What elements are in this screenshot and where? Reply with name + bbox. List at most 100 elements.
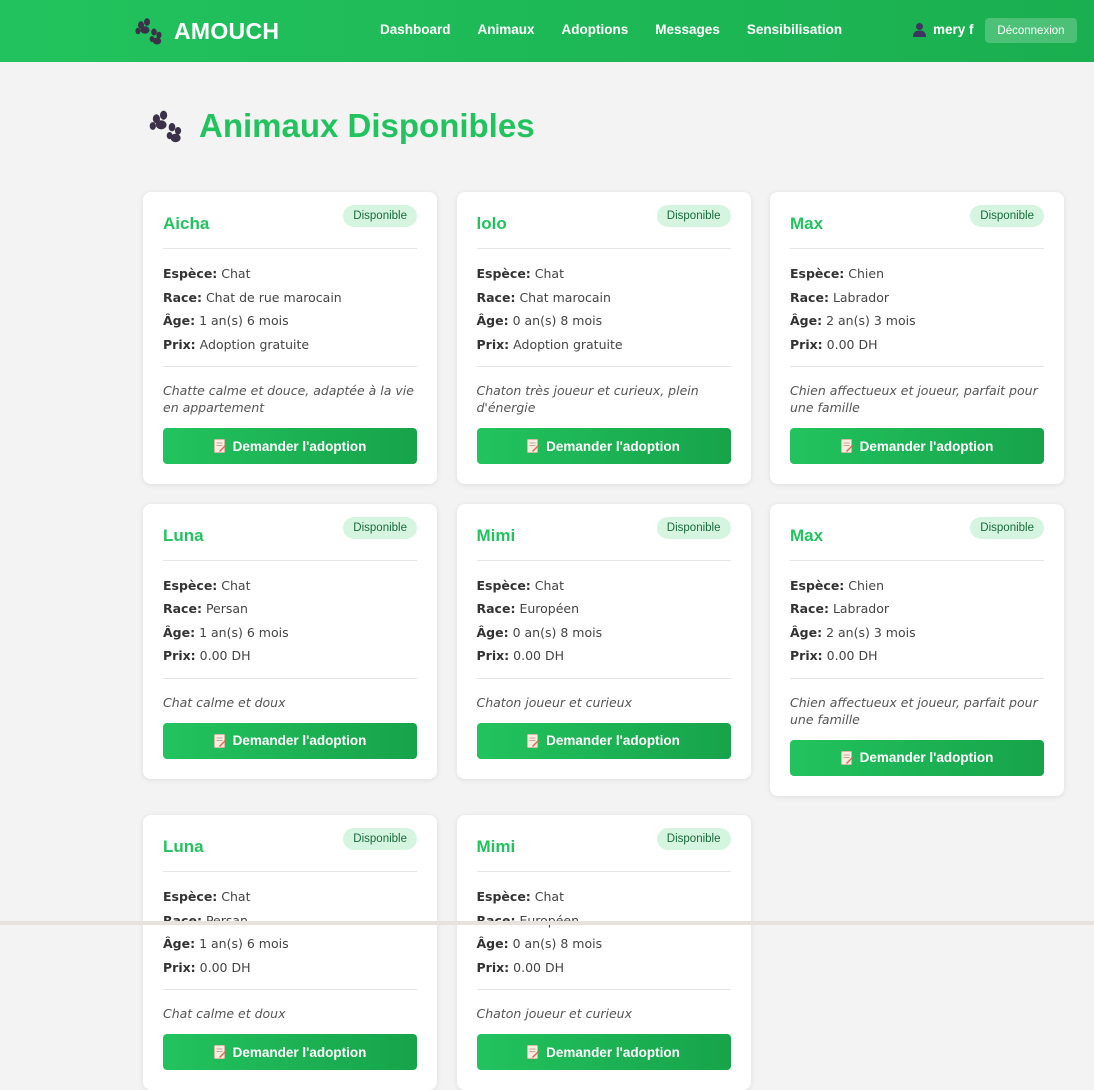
animal-description: Chat calme et doux	[163, 694, 286, 710]
value-prix: Adoption gratuite	[513, 336, 623, 352]
animal-name: Mimi	[476, 837, 516, 856]
animal-name: Luna	[163, 837, 204, 856]
card-header: Mimi Disponible	[476, 504, 731, 561]
card-header: Aicha Disponible	[163, 192, 417, 249]
value-age: 2 an(s) 3 mois	[826, 313, 916, 328]
status-badge: Disponible	[970, 516, 1044, 539]
animal-name: Mimi	[476, 525, 516, 545]
brand-name: AMOUCH	[174, 17, 280, 44]
animal-details: Espèce: Chien Race: Labrador Âge: 2 an(s…	[790, 561, 1044, 679]
adoption-request-label: Demander l'adoption	[546, 1044, 680, 1060]
animal-details: Espèce: Chat Race: Chat de rue marocain …	[163, 249, 417, 367]
animal-card: lolo Disponible Espèce: Chat Race: Chat …	[456, 192, 751, 484]
detail-espece: Espèce: Chien	[790, 262, 1044, 286]
adoption-request-label: Demander l'adoption	[232, 733, 367, 748]
status-badge: Disponible	[970, 205, 1044, 227]
nav-links: Dashboard Animaux Adoptions Messages Sen…	[380, 22, 869, 37]
animal-details: Espèce: Chat Race: Persan Âge: 1 an(s) 6…	[163, 561, 417, 679]
logout-button[interactable]: Déconnexion	[985, 18, 1077, 43]
adoption-request-label: Demander l'adoption	[546, 733, 680, 748]
detail-race: Race: Labrador	[790, 597, 1044, 621]
value-age: 2 an(s) 3 mois	[826, 624, 916, 640]
value-race: Persan	[205, 601, 248, 616]
detail-espece: Espèce: Chat	[163, 574, 417, 598]
value-espece: Chat	[221, 889, 251, 904]
value-espece: Chien	[848, 266, 885, 281]
animal-card: Luna Disponible Espèce: Chat Race: Persa…	[143, 815, 437, 1090]
detail-prix: Prix: 0.00 DH	[163, 644, 417, 668]
animal-description: Chat calme et doux	[163, 1006, 286, 1021]
label-race: Race:	[163, 912, 202, 928]
value-race: Chat de rue marocain	[205, 289, 342, 305]
animal-description: Chien affectueux et joueur, parfait pour…	[790, 694, 1038, 727]
nav-link-dashboard[interactable]: Dashboard	[380, 22, 451, 37]
value-prix: 0.00 DH	[826, 648, 878, 663]
value-race: Labrador	[832, 601, 890, 616]
detail-age: Âge: 0 an(s) 8 mois	[477, 309, 731, 333]
value-age: 0 an(s) 8 mois	[512, 936, 603, 951]
status-badge: Disponible	[343, 828, 417, 850]
value-espece: Chien	[848, 577, 885, 593]
detail-age: Âge: 1 an(s) 6 mois	[163, 621, 417, 645]
animal-name: Max	[790, 525, 824, 545]
label-espece: Espèce:	[163, 266, 218, 281]
nav-link-messages[interactable]: Messages	[655, 22, 720, 37]
adoption-request-button[interactable]: Demander l'adoption	[790, 739, 1044, 776]
detail-age: Âge: 1 an(s) 6 mois	[163, 932, 417, 956]
adoption-request-label: Demander l'adoption	[546, 438, 680, 454]
value-espece: Chat	[534, 577, 564, 593]
label-espece: Espèce:	[476, 889, 531, 904]
memo-icon	[213, 439, 226, 453]
label-race: Race:	[163, 289, 202, 305]
detail-prix: Prix: 0.00 DH	[163, 956, 417, 980]
detail-prix: Prix: 0.00 DH	[790, 333, 1044, 357]
label-age: Âge:	[163, 313, 196, 328]
bottom-edge	[0, 921, 1094, 925]
label-race: Race:	[790, 601, 829, 616]
nav-link-sensibilisation[interactable]: Sensibilisation	[747, 22, 842, 37]
animal-details: Espèce: Chat Race: Persan Âge: 1 an(s) 6…	[163, 872, 417, 990]
detail-espece: Espèce: Chat	[477, 885, 731, 909]
adoption-request-button[interactable]: Demander l'adoption	[476, 722, 731, 759]
animal-card: Luna Disponible Espèce: Chat Race: Persa…	[143, 503, 437, 779]
memo-icon	[527, 1045, 540, 1059]
adoption-request-label: Demander l'adoption	[859, 438, 994, 454]
animal-card: Mimi Disponible Espèce: Chat Race: Europ…	[456, 815, 751, 1090]
detail-prix: Prix: 0.00 DH	[477, 644, 731, 668]
card-header: lolo Disponible	[476, 192, 731, 249]
adoption-request-button[interactable]: Demander l'adoption	[163, 428, 417, 464]
animal-description: Chaton joueur et curieux	[476, 1006, 633, 1021]
detail-espece: Espèce: Chien	[790, 574, 1044, 598]
memo-icon	[840, 439, 853, 453]
adoption-request-button[interactable]: Demander l'adoption	[476, 1034, 731, 1070]
animal-description: Chaton très joueur et curieux, plein d'é…	[476, 383, 699, 415]
value-race: Persan	[205, 912, 248, 928]
animal-details: Espèce: Chat Race: Européen Âge: 0 an(s)…	[476, 872, 731, 990]
adoption-request-button[interactable]: Demander l'adoption	[163, 1034, 417, 1070]
label-prix: Prix:	[790, 336, 823, 352]
detail-espece: Espèce: Chat	[163, 885, 417, 909]
animal-card: Max Disponible Espèce: Chien Race: Labra…	[770, 503, 1064, 796]
nav-link-animaux[interactable]: Animaux	[478, 22, 535, 37]
animal-name: lolo	[476, 214, 507, 233]
adoption-request-button[interactable]: Demander l'adoption	[476, 428, 731, 464]
animal-details: Espèce: Chat Race: Européen Âge: 0 an(s)…	[476, 561, 731, 679]
animal-details: Espèce: Chien Race: Labrador Âge: 2 an(s…	[790, 249, 1044, 367]
label-espece: Espèce:	[476, 577, 531, 593]
label-prix: Prix:	[790, 648, 823, 663]
detail-race: Race: Labrador	[790, 286, 1044, 310]
animal-description: Chatte calme et douce, adaptée à la vie …	[163, 383, 414, 415]
card-header: Luna Disponible	[163, 815, 417, 872]
card-header: Mimi Disponible	[476, 815, 731, 872]
nav-link-adoptions[interactable]: Adoptions	[562, 22, 629, 37]
label-age: Âge:	[790, 313, 823, 328]
detail-prix: Prix: Adoption gratuite	[477, 333, 731, 357]
paw-icon	[149, 110, 182, 143]
value-age: 1 an(s) 6 mois	[199, 936, 289, 951]
animal-description: Chien affectueux et joueur, parfait pour…	[790, 383, 1038, 415]
adoption-request-button[interactable]: Demander l'adoption	[163, 722, 417, 759]
adoption-request-button[interactable]: Demander l'adoption	[790, 428, 1044, 464]
label-race: Race:	[476, 912, 516, 928]
brand[interactable]: AMOUCH	[134, 16, 279, 46]
animal-card: Aicha Disponible Espèce: Chat Race: Chat…	[143, 192, 437, 484]
